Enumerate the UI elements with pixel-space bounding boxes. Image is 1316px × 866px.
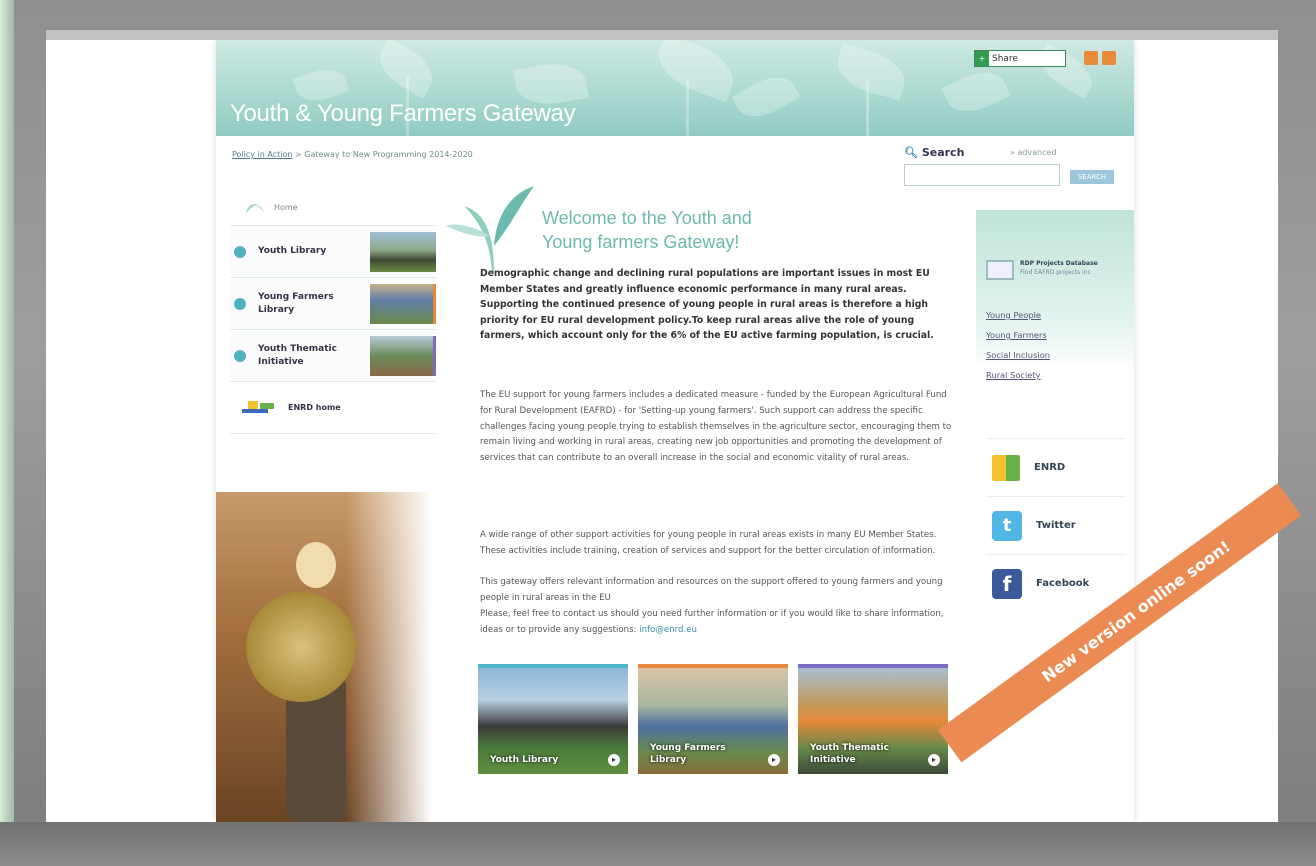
bullet-icon (234, 297, 246, 310)
girl-with-hay-photo (216, 492, 432, 822)
site-header: Youth & Young Farmers Gateway + Share (216, 40, 1134, 136)
bullet-icon (234, 349, 246, 362)
intro-lead-paragraph: Demographic change and declining rural p… (480, 268, 934, 342)
link-young-people[interactable]: Young People (986, 310, 1050, 320)
activities-paragraph: A wide range of other support activities… (480, 530, 937, 556)
breadcrumb: Policy in Action > Gateway to New Progra… (232, 150, 473, 159)
link-rural-society[interactable]: Rural Society (986, 370, 1050, 380)
rss-icon[interactable] (1084, 51, 1098, 65)
share-label: Share (992, 53, 1018, 64)
tile-young-farmers-library[interactable]: Young Farmers Library ▸ (638, 664, 788, 774)
nav-item-young-farmers-library[interactable]: Young Farmers Library (230, 278, 436, 330)
bullet-icon (234, 245, 246, 258)
tile-youth-thematic-initiative[interactable]: Youth Thematic Initiative ▸ (798, 664, 948, 774)
search-input[interactable] (904, 164, 1060, 186)
young-farmers-thumbnail (370, 284, 436, 324)
left-navigation: Home Youth Library Young Farmers Library… (230, 190, 436, 434)
browser-viewport: Youth & Young Farmers Gateway + Share Po… (46, 40, 1278, 822)
nav-home[interactable]: Home (230, 190, 436, 226)
twitter-icon: t (992, 510, 1022, 541)
facebook-icon: f (992, 568, 1022, 599)
nav-item-youth-thematic-initiative[interactable]: Youth Thematic Initiative (230, 330, 436, 382)
contact-email-link[interactable]: info@enrd.eu (639, 625, 697, 635)
site-title[interactable]: Youth & Young Farmers Gateway (230, 100, 576, 128)
rdp-title: RDP Projects Database (1020, 260, 1098, 267)
arrow-right-icon: ▸ (608, 754, 620, 766)
search-label: 🔍︎ Search (904, 146, 965, 159)
rdp-projects-database-banner[interactable]: RDP Projects Database Find EAFRD project… (976, 210, 1134, 380)
breadcrumb-link-policy[interactable]: Policy in Action (232, 150, 292, 159)
breadcrumb-current: Gateway to New Programming 2014-2020 (304, 150, 473, 159)
arrow-right-icon: ▸ (928, 754, 940, 766)
contact-paragraph: Please, feel free to contact us should y… (480, 609, 944, 635)
link-social-inclusion[interactable]: Social Inclusion (986, 350, 1050, 360)
tile-label: Youth Library (490, 755, 559, 765)
link-young-farmers[interactable]: Young Farmers (986, 330, 1050, 340)
welcome-heading: Welcome to the Youth and Young farmers G… (542, 208, 752, 252)
twitter-link[interactable]: t Twitter (986, 496, 1126, 554)
nav-enrd-home[interactable]: ENRD home (230, 382, 436, 434)
youth-thematic-thumbnail (370, 336, 436, 376)
tile-youth-library[interactable]: Youth Library ▸ (478, 664, 628, 774)
breadcrumb-separator: > (292, 150, 305, 159)
arrow-right-icon: ▸ (768, 754, 780, 766)
advanced-search-link[interactable]: » advanced (1010, 148, 1057, 157)
topic-links: Young People Young Farmers Social Inclus… (986, 310, 1050, 390)
library-tiles: Youth Library ▸ Young Farmers Library ▸ … (478, 664, 950, 774)
nav-item-youth-library[interactable]: Youth Library (230, 226, 436, 278)
search-icon: 🔍︎ (904, 146, 918, 159)
social-links: ENRD t Twitter f Facebook (986, 438, 1126, 612)
youth-library-thumbnail (370, 232, 436, 272)
share-icon: + (975, 51, 989, 66)
rdp-subtitle: Find EAFRD projects inc (1020, 269, 1091, 276)
facebook-link[interactable]: f Facebook (986, 554, 1126, 612)
enrd-link[interactable]: ENRD (986, 438, 1126, 496)
welcome-leaf-icon (444, 176, 536, 276)
frame-top-border (46, 30, 1278, 40)
left-edge-decor (0, 0, 14, 866)
print-icon[interactable] (1102, 51, 1116, 65)
enrd-logo-icon (992, 454, 1020, 481)
search-button[interactable]: SEARCH (1070, 170, 1114, 184)
tile-label: Young Farmers Library (650, 743, 726, 765)
support-paragraph: The EU support for young farmers include… (480, 390, 952, 464)
monitor-icon (986, 260, 1014, 280)
enrd-logo-icon (240, 397, 278, 419)
frame-bottom-border (0, 822, 1316, 866)
gateway-paragraph: This gateway offers relevant information… (480, 577, 943, 603)
home-leaf-icon (244, 201, 266, 215)
share-button[interactable]: + Share (974, 50, 1066, 67)
tile-label: Youth Thematic Initiative (810, 743, 889, 765)
right-sidebar: RDP Projects Database Find EAFRD project… (976, 210, 1134, 380)
